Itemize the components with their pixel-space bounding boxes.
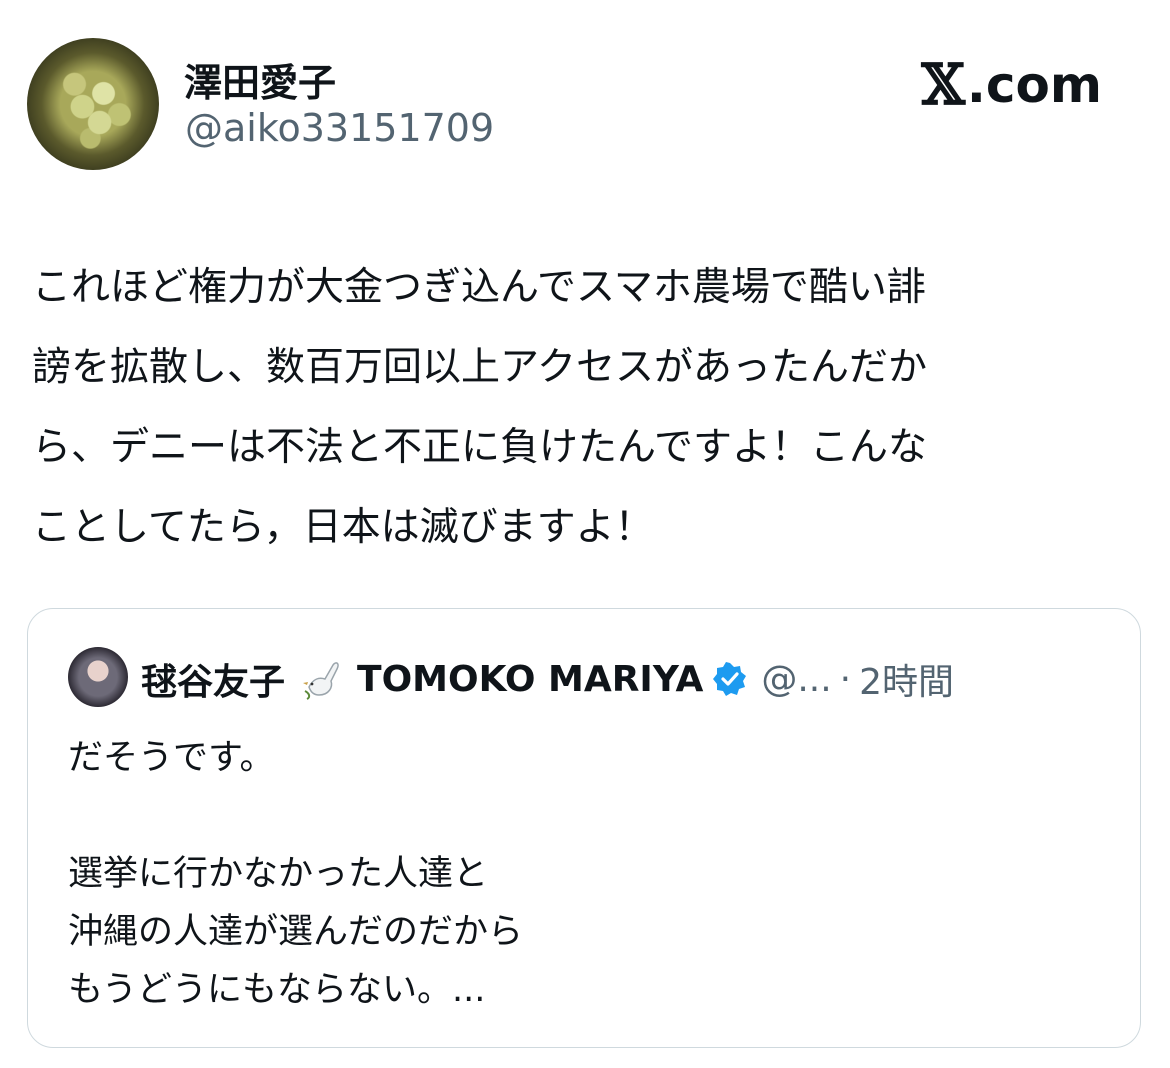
x-logo-icon: 𝕏 — [921, 52, 965, 118]
quoted-header: 毬谷友子 TOMOKO MARIYA @... · 2時間 — [141, 651, 954, 707]
quoted-author-name[interactable]: 毬谷友子 — [141, 653, 285, 705]
post-avatar[interactable] — [27, 38, 159, 170]
time-separator: · — [839, 658, 852, 700]
author-handle[interactable]: @aiko33151709 — [185, 106, 494, 150]
dove-icon — [303, 657, 343, 701]
quoted-handle[interactable]: @... — [761, 659, 831, 700]
brand-domain-text: .com — [966, 56, 1102, 114]
author-name[interactable]: 澤田愛子 — [184, 52, 336, 107]
quoted-avatar[interactable] — [68, 647, 128, 707]
quoted-body: だそうです。 選挙に行かなかった人達と 沖縄の人達が選んだのだから もうどうにも… — [68, 738, 524, 1010]
x-brand: 𝕏 .com — [921, 52, 1102, 118]
quoted-timestamp[interactable]: 2時間 — [859, 653, 954, 705]
post-body: これほど権力が大金つぎ込んでスマホ農場で酷い誹 謗を拡散し、数百万回以上アクセス… — [32, 265, 928, 550]
quoted-display-name-en[interactable]: TOMOKO MARIYA — [357, 659, 703, 700]
verified-badge-icon — [713, 662, 747, 696]
quoted-post-card[interactable]: 毬谷友子 TOMOKO MARIYA @... · 2時間 だそうです。 選挙に… — [27, 608, 1141, 1048]
